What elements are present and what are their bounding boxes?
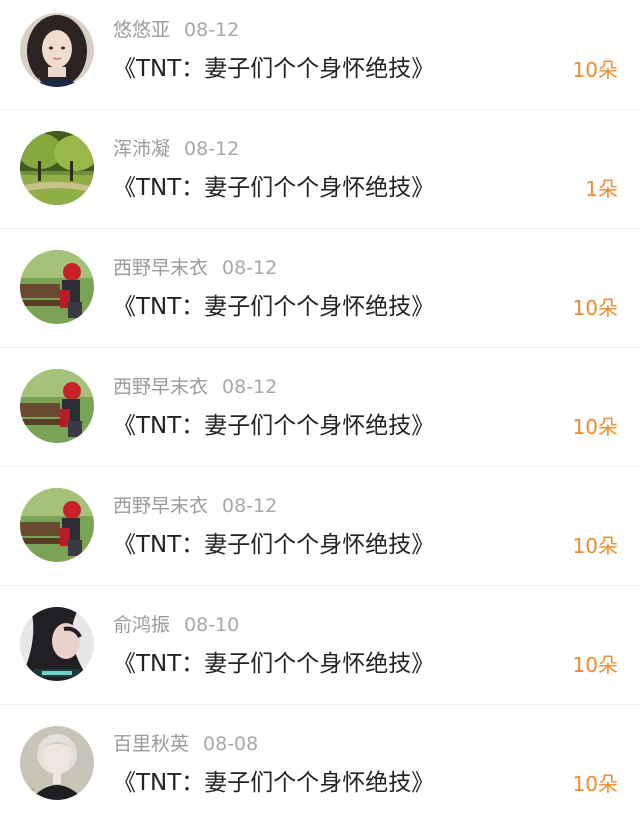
meta-line: 西野早末衣 08-12 xyxy=(113,497,277,516)
item-title[interactable]: 《TNT：妻子们个个身怀绝技》 xyxy=(113,653,434,676)
post-date: 08-12 xyxy=(184,138,240,160)
meta-line: 西野早末衣 08-12 xyxy=(113,378,277,397)
avatar[interactable] xyxy=(20,250,94,324)
flower-count: 10朵 xyxy=(572,653,618,677)
username[interactable]: 西野早末衣 xyxy=(113,257,208,279)
gift-record-list: Hi 悠悠亚 08-12 《TNT：妻子们个个身怀绝技》 10朵 浑沛凝 08-12 xyxy=(0,0,640,824)
list-item[interactable]: Hi 悠悠亚 08-12 《TNT：妻子们个个身怀绝技》 10朵 xyxy=(0,0,640,110)
avatar[interactable]: Hi xyxy=(20,13,94,87)
list-item[interactable]: 俞鸿振 08-10 《TNT：妻子们个个身怀绝技》 10朵 xyxy=(0,586,640,705)
flower-count: 10朵 xyxy=(572,534,618,558)
meta-line: 俞鸿振 08-10 xyxy=(113,616,239,635)
girl-on-bench-avatar-icon xyxy=(20,488,94,562)
username[interactable]: 浑沛凝 xyxy=(113,138,170,160)
list-item[interactable]: 浑沛凝 08-12 《TNT：妻子们个个身怀绝技》 1朵 xyxy=(0,110,640,229)
post-date: 08-12 xyxy=(222,495,278,517)
item-title[interactable]: 《TNT：妻子们个个身怀绝技》 xyxy=(113,772,434,795)
meta-line: 百里秋英 08-08 xyxy=(113,735,258,754)
meta-line: 浑沛凝 08-12 xyxy=(113,140,239,159)
svg-text:Hi: Hi xyxy=(32,77,40,86)
list-item[interactable]: 西野早末衣 08-12 《TNT：妻子们个个身怀绝技》 10朵 xyxy=(0,348,640,467)
username[interactable]: 西野早末衣 xyxy=(113,495,208,517)
meta-line: 西野早末衣 08-12 xyxy=(113,259,277,278)
dark-hair-girl-avatar-icon xyxy=(20,607,94,681)
list-item[interactable]: 西野早末衣 08-12 《TNT：妻子们个个身怀绝技》 10朵 xyxy=(0,467,640,586)
flower-count: 1朵 xyxy=(585,177,618,201)
flower-count: 10朵 xyxy=(572,296,618,320)
post-date: 08-10 xyxy=(184,614,240,636)
girl-on-bench-avatar-icon xyxy=(20,250,94,324)
meta-line: 悠悠亚 08-12 xyxy=(113,21,239,40)
green-tree-avatar-icon xyxy=(20,131,94,205)
item-title[interactable]: 《TNT：妻子们个个身怀绝技》 xyxy=(113,296,434,319)
item-title[interactable]: 《TNT：妻子们个个身怀绝技》 xyxy=(113,534,434,557)
item-title[interactable]: 《TNT：妻子们个个身怀绝技》 xyxy=(113,177,434,200)
post-date: 08-12 xyxy=(222,376,278,398)
post-date: 08-12 xyxy=(222,257,278,279)
avatar[interactable] xyxy=(20,369,94,443)
post-date: 08-12 xyxy=(184,19,240,41)
post-date: 08-08 xyxy=(203,733,259,755)
girl-portrait-avatar-icon: Hi xyxy=(20,13,94,87)
anime-boy-avatar-icon xyxy=(20,726,94,800)
avatar[interactable] xyxy=(20,607,94,681)
list-item[interactable]: 百里秋英 08-08 《TNT：妻子们个个身怀绝技》 10朵 xyxy=(0,705,640,824)
item-title[interactable]: 《TNT：妻子们个个身怀绝技》 xyxy=(113,58,434,81)
flower-count: 10朵 xyxy=(572,58,618,82)
item-title[interactable]: 《TNT：妻子们个个身怀绝技》 xyxy=(113,415,434,438)
avatar[interactable] xyxy=(20,726,94,800)
username[interactable]: 百里秋英 xyxy=(113,733,189,755)
avatar[interactable] xyxy=(20,488,94,562)
username[interactable]: 西野早末衣 xyxy=(113,376,208,398)
girl-on-bench-avatar-icon xyxy=(20,369,94,443)
list-item[interactable]: 西野早末衣 08-12 《TNT：妻子们个个身怀绝技》 10朵 xyxy=(0,229,640,348)
username[interactable]: 俞鸿振 xyxy=(113,614,170,636)
flower-count: 10朵 xyxy=(572,772,618,796)
avatar[interactable] xyxy=(20,131,94,205)
username[interactable]: 悠悠亚 xyxy=(113,19,170,41)
flower-count: 10朵 xyxy=(572,415,618,439)
